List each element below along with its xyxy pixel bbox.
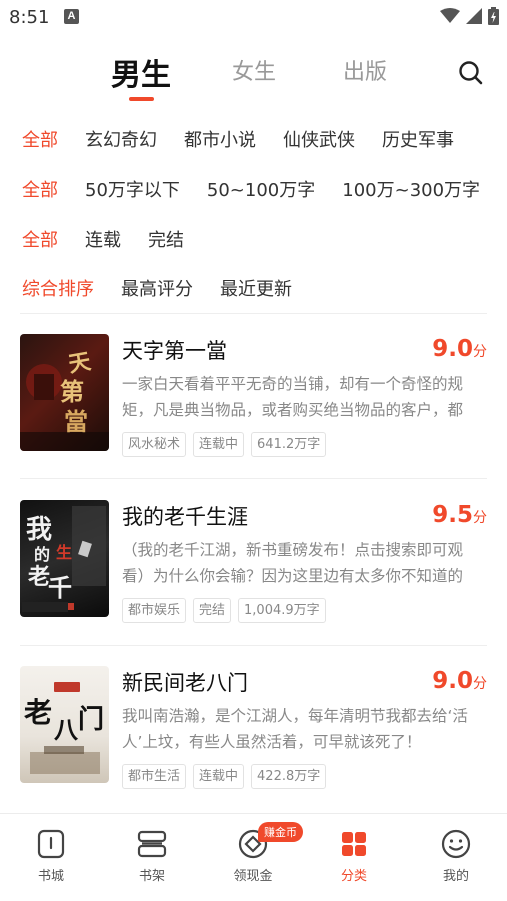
book-title[interactable]: 天字第一當 [122, 335, 227, 365]
book-cover-art: 我 的 生 老 千 [22, 506, 106, 612]
svg-text:千: 千 [48, 573, 72, 602]
tag-genre: 都市生活 [122, 764, 187, 789]
search-icon[interactable] [458, 60, 484, 86]
category-grid-icon [342, 832, 366, 856]
book-score: 9.0分 [432, 668, 487, 694]
filter-row-word-count: 全部 50万字以下 50~100万字 100万~300万字 [22, 176, 507, 202]
bottom-nav: 书城 书架 领现金 赚金币 分类 我的 [0, 813, 507, 901]
status-bar: 8:51 A [0, 0, 507, 34]
tag-word-count: 641.2万字 [251, 432, 327, 457]
bookshelf-icon [137, 830, 167, 858]
sort-recently-updated[interactable]: 最近更新 [220, 275, 292, 301]
book-description: 一家白天看着平平无奇的当铺，却有一个奇怪的规矩，凡是典当物品，或者购买绝当物品的… [122, 375, 464, 419]
divider [20, 645, 487, 646]
tag-word-count: 1,004.9万字 [238, 598, 326, 623]
score-unit: 分 [473, 676, 487, 692]
filter-row-category: 全部 玄幻奇幻 都市小说 仙侠武侠 历史军事 [22, 126, 481, 152]
book-score: 9.0分 [432, 336, 487, 362]
wifi-icon [440, 8, 460, 23]
book-cover-art: 老 八 门 [24, 682, 104, 774]
filter-status-serializing[interactable]: 连载 [85, 226, 121, 252]
svg-text:天: 天 [67, 348, 94, 378]
svg-text:老: 老 [24, 696, 52, 729]
tag-status: 完结 [193, 598, 232, 623]
tab-publish[interactable]: 出版 [343, 54, 387, 86]
top-tabs: 男生 女生 出版 [0, 50, 507, 104]
tag-status: 连载中 [193, 764, 245, 789]
book-cover-art: 天 第 當 [20, 348, 109, 451]
nav-label: 书城 [37, 869, 64, 884]
svg-text:的: 的 [34, 545, 50, 564]
filter-category-history[interactable]: 历史军事 [382, 126, 454, 152]
filter-category-fantasy[interactable]: 玄幻奇幻 [85, 126, 157, 152]
book-title[interactable]: 新民间老八门 [122, 667, 248, 697]
book-cover[interactable]: 我 的 生 老 千 [20, 500, 109, 617]
status-time: 8:51 [9, 7, 50, 28]
filter-wordcount-all[interactable]: 全部 [22, 176, 58, 202]
svg-text:我: 我 [26, 515, 52, 545]
status-icons [440, 7, 499, 25]
book-icon [37, 829, 65, 859]
divider [20, 478, 487, 479]
tab-male[interactable]: 男生 [111, 50, 171, 94]
svg-text:门: 门 [78, 705, 104, 735]
book-tags: 都市生活 连载中 422.8万字 [122, 764, 327, 789]
active-tab-indicator [129, 97, 154, 101]
svg-text:八: 八 [54, 715, 79, 744]
signal-icon [466, 8, 482, 24]
smiley-icon [441, 829, 471, 859]
nav-label: 领现金 [233, 869, 273, 884]
book-cover[interactable]: 天 第 當 [20, 334, 109, 451]
book-score: 9.5分 [432, 502, 487, 528]
nav-earn-cash[interactable]: 领现金 赚金币 [218, 822, 303, 884]
nav-label: 书架 [138, 869, 165, 884]
score-value: 9.5 [432, 502, 473, 528]
sort-comprehensive[interactable]: 综合排序 [22, 275, 94, 301]
svg-text:老: 老 [27, 564, 50, 590]
filter-row-sort: 综合排序 最高评分 最近更新 [22, 275, 319, 301]
notification-icon: A [64, 9, 79, 24]
filter-category-all[interactable]: 全部 [22, 126, 58, 152]
book-title[interactable]: 我的老千生涯 [122, 501, 248, 531]
nav-bookstore[interactable]: 书城 [16, 828, 86, 884]
filter-category-xianxia[interactable]: 仙侠武侠 [283, 126, 355, 152]
filter-category-urban[interactable]: 都市小说 [184, 126, 256, 152]
filter-wordcount-100-300[interactable]: 100万~300万字 [342, 176, 480, 202]
book-tags: 都市娱乐 完结 1,004.9万字 [122, 598, 326, 623]
filter-status-all[interactable]: 全部 [22, 226, 58, 252]
divider [20, 313, 487, 314]
battery-icon [488, 7, 499, 25]
filter-row-status: 全部 连载 完结 [22, 226, 211, 252]
sort-highest-rated[interactable]: 最高评分 [121, 275, 193, 301]
svg-text:當: 當 [64, 407, 88, 436]
book-description: 我叫南浩瀚，是个江湖人，每年清明节我都去给‘活人’上坟，有些人虽然活着，可早就该… [122, 707, 468, 751]
svg-text:生: 生 [56, 543, 72, 562]
nav-profile[interactable]: 我的 [421, 828, 491, 884]
tag-genre: 风水秘术 [122, 432, 187, 457]
book-item[interactable]: 我 的 生 老 千 我的老千生涯 9.5分 （我的老千江湖，新书重磅发布！点击搜… [20, 500, 487, 645]
tab-female[interactable]: 女生 [232, 54, 276, 86]
book-item[interactable]: 天 第 當 天字第一當 9.0分 一家白天看着平平无奇的当铺，却有一个奇怪的规矩… [20, 334, 487, 479]
nav-label: 分类 [340, 869, 367, 884]
score-unit: 分 [473, 344, 487, 360]
tag-status: 连载中 [193, 432, 245, 457]
score-value: 9.0 [432, 668, 473, 694]
filter-wordcount-under-50[interactable]: 50万字以下 [85, 176, 180, 202]
book-description: （我的老千江湖，新书重磅发布！点击搜索即可观看）为什么你会输？因为这里边有太多你… [122, 541, 464, 585]
score-value: 9.0 [432, 336, 473, 362]
earn-coins-badge: 赚金币 [258, 822, 303, 842]
book-tags: 风水秘术 连载中 641.2万字 [122, 432, 327, 457]
tag-word-count: 422.8万字 [251, 764, 327, 789]
svg-text:第: 第 [60, 377, 84, 406]
nav-bookshelf[interactable]: 书架 [117, 828, 187, 884]
tag-genre: 都市娱乐 [122, 598, 187, 623]
filter-status-completed[interactable]: 完结 [148, 226, 184, 252]
book-item[interactable]: 老 八 门 新民间老八门 9.0分 我叫南浩瀚，是个江湖人，每年清明节我都去给‘… [20, 666, 487, 811]
score-unit: 分 [473, 510, 487, 526]
filter-wordcount-50-100[interactable]: 50~100万字 [207, 176, 315, 202]
nav-category[interactable]: 分类 [319, 828, 389, 884]
book-cover[interactable]: 老 八 门 [20, 666, 109, 783]
nav-label: 我的 [442, 869, 469, 884]
